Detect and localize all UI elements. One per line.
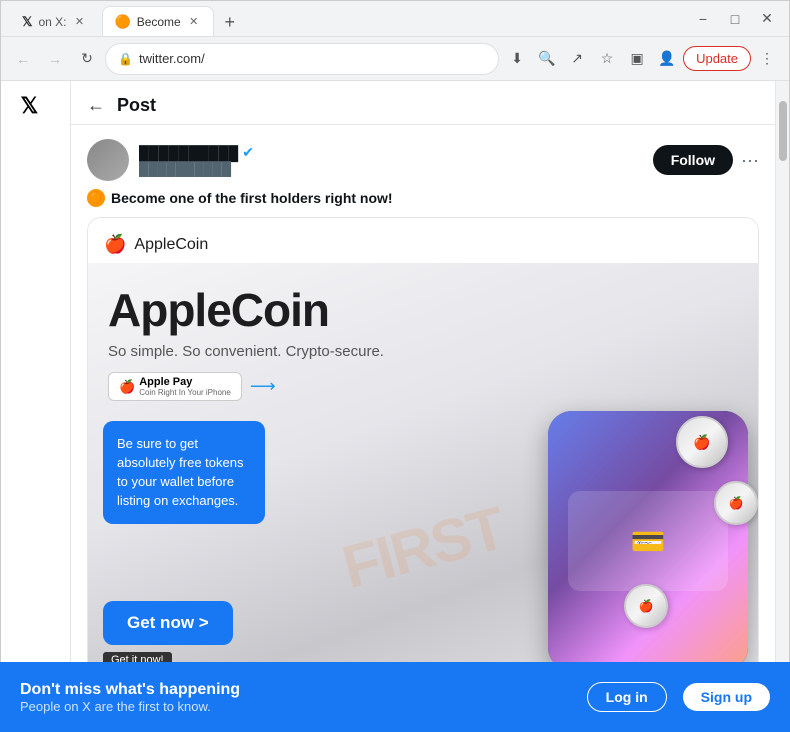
tab-bar: 𝕏 on X: ✕ 🟠 Become ✕ + <box>9 1 244 36</box>
banner-text-area: Don't miss what's happening People on X … <box>20 681 571 714</box>
login-button[interactable]: Log in <box>587 682 667 712</box>
username: ██████████ <box>139 145 238 161</box>
title-bar: 𝕏 on X: ✕ 🟠 Become ✕ + − □ ✕ <box>1 1 789 37</box>
post-back-button[interactable]: ← <box>87 95 105 116</box>
new-tab-button[interactable]: + <box>216 8 244 36</box>
user-info: ██████████ ✔ ██████████ <box>139 144 653 176</box>
minimize-button[interactable]: − <box>689 5 717 33</box>
bottom-banner: Don't miss what's happening People on X … <box>0 662 790 732</box>
tweet-text: 🟠 Become one of the first holders right … <box>87 189 759 207</box>
applecoin-card[interactable]: 🍎 AppleCoin AppleCoin So simple. So conv… <box>87 217 759 715</box>
tab-1-favicon: 𝕏 <box>22 14 32 30</box>
tab-1-label: on X: <box>38 15 66 29</box>
user-handle: ██████████ <box>139 161 653 176</box>
visual-section: FIRST 💳 🍎 <box>88 411 758 683</box>
coin-1: 🍎 <box>676 416 728 468</box>
close-button[interactable]: ✕ <box>753 5 781 33</box>
post-header: ← Post <box>71 81 775 125</box>
card-subtitle: So simple. So convenient. Crypto-secure. <box>88 337 758 372</box>
apple-logo-icon: 🍎 <box>104 234 126 255</box>
more-options-icon[interactable]: ⋮ <box>753 45 781 73</box>
lock-icon: 🔒 <box>118 52 133 66</box>
tab-2-label: Become <box>137 15 181 29</box>
banner-subtitle: People on X are the first to know. <box>20 699 571 714</box>
card-visual: AppleCoin So simple. So convenient. Cryp… <box>88 263 758 683</box>
apple-pay-sublabel: Coin Right In Your iPhone <box>139 388 231 397</box>
apple-pay-row: 🍎 Apple Pay Coin Right In Your iPhone ⟶ <box>88 372 758 411</box>
follow-button[interactable]: Follow <box>653 145 733 175</box>
signup-button[interactable]: Sign up <box>683 683 770 711</box>
address-bar: ← → ↻ 🔒 twitter.com/ ⬇ 🔍 ↗ ☆ ▣ 👤 Update … <box>1 37 789 81</box>
reload-button[interactable]: ↻ <box>73 45 101 73</box>
banner-title: Don't miss what's happening <box>20 681 571 699</box>
coin-3: 🍎 <box>624 584 668 628</box>
address-text: twitter.com/ <box>139 51 205 66</box>
scrollbar[interactable] <box>775 81 789 731</box>
more-options-button[interactable]: ··· <box>741 150 759 171</box>
share-icon[interactable]: ↗ <box>563 45 591 73</box>
apple-pay-badge: 🍎 Apple Pay Coin Right In Your iPhone <box>108 372 242 401</box>
update-button[interactable]: Update <box>683 46 751 71</box>
back-nav-button[interactable]: ← <box>9 45 37 73</box>
scrollbar-thumb[interactable] <box>779 101 787 161</box>
info-box: Be sure to get absolutely free tokens to… <box>103 421 265 524</box>
applecoin-brand: AppleCoin <box>134 236 208 254</box>
toolbar-icons: ⬇ 🔍 ↗ ☆ ▣ 👤 Update ⋮ <box>503 45 781 73</box>
browser-window: 𝕏 on X: ✕ 🟠 Become ✕ + − □ ✕ ← → ↻ 🔒 twi… <box>0 0 790 732</box>
main-area: ← Post ██████████ ✔ ██████████ <box>71 81 775 731</box>
profile-icon[interactable]: 👤 <box>653 45 681 73</box>
arrow-icon: ⟶ <box>250 376 276 397</box>
search-icon[interactable]: 🔍 <box>533 45 561 73</box>
apple-pay-label: Apple Pay <box>139 376 231 388</box>
content-area: 𝕏 ⚙ ← Post ██████████ ✔ <box>1 81 789 731</box>
download-icon[interactable]: ⬇ <box>503 45 531 73</box>
verified-badge: ✔ <box>242 144 254 161</box>
tweet-area: ██████████ ✔ ██████████ Follow ··· 🟠 Bec… <box>71 125 775 730</box>
address-input[interactable]: 🔒 twitter.com/ <box>105 43 499 75</box>
card-header: 🍎 AppleCoin <box>88 218 758 263</box>
get-now-button[interactable]: Get now > <box>103 601 233 645</box>
tab-2-close[interactable]: ✕ <box>187 15 201 29</box>
avatar <box>87 139 129 181</box>
maximize-button[interactable]: □ <box>721 5 749 33</box>
forward-nav-button[interactable]: → <box>41 45 69 73</box>
tweet-user-row: ██████████ ✔ ██████████ Follow ··· <box>87 139 759 181</box>
x-logo: 𝕏 <box>21 93 51 123</box>
coin-2: 🍎 <box>714 481 758 525</box>
tablet-icon[interactable]: ▣ <box>623 45 651 73</box>
post-title: Post <box>117 95 156 116</box>
bookmark-icon[interactable]: ☆ <box>593 45 621 73</box>
apple-pay-icon: 🍎 <box>119 379 135 395</box>
orange-circle-icon: 🟠 <box>87 189 105 207</box>
tab-1[interactable]: 𝕏 on X: ✕ <box>9 6 100 36</box>
sidebar: 𝕏 ⚙ <box>1 81 71 731</box>
username-row: ██████████ ✔ <box>139 144 653 161</box>
window-controls: − □ ✕ <box>689 5 781 33</box>
card-big-title: AppleCoin <box>88 263 758 337</box>
tab-2-favicon: 🟠 <box>115 14 131 30</box>
tab-2[interactable]: 🟠 Become ✕ <box>102 6 214 36</box>
tab-1-close[interactable]: ✕ <box>73 15 87 29</box>
